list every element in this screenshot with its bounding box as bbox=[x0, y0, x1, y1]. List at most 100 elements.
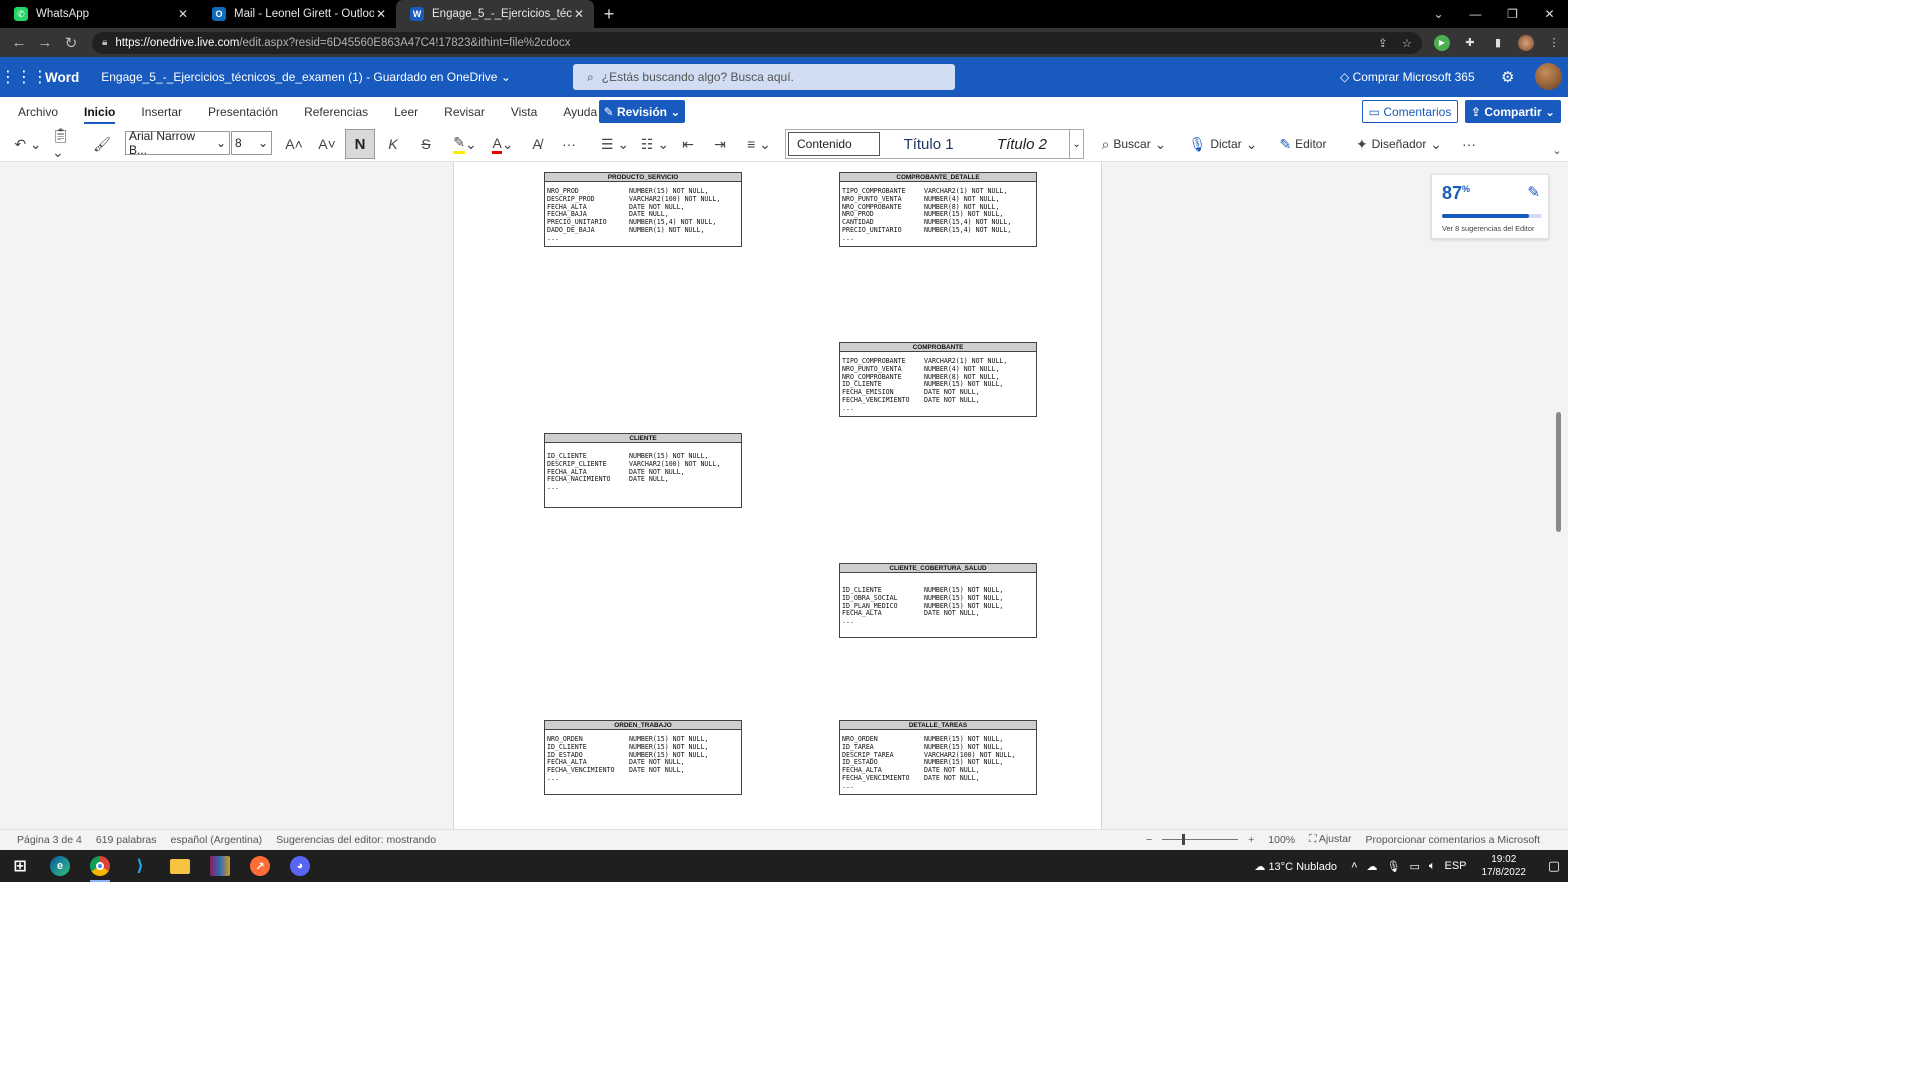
strikethrough-button[interactable]: S bbox=[417, 132, 435, 156]
bullets-icon[interactable]: ☰ ⌄ bbox=[600, 132, 630, 156]
bookmark-star-icon[interactable]: ☆ bbox=[1402, 36, 1412, 50]
postman-app[interactable]: ↗ bbox=[240, 850, 280, 882]
find-button[interactable]: ⌕ Buscar ⌄ bbox=[1098, 132, 1170, 156]
file-explorer-app[interactable] bbox=[160, 850, 200, 882]
start-button[interactable]: ⊞ bbox=[0, 850, 40, 882]
chrome-app[interactable] bbox=[80, 850, 120, 882]
search-input[interactable]: ⌕ ¿Estás buscando algo? Busca aquí. bbox=[573, 64, 955, 90]
tab-leer[interactable]: Leer bbox=[394, 97, 418, 126]
more-font-options-icon[interactable]: ··· bbox=[558, 132, 580, 156]
notification-icon[interactable]: ▢ bbox=[1540, 858, 1568, 874]
profile-avatar[interactable] bbox=[1518, 34, 1534, 51]
style-normal[interactable]: Contenido bbox=[788, 132, 881, 156]
share-button[interactable]: ⇪ Compartir ⌄ bbox=[1465, 100, 1561, 123]
document-page[interactable]: PRODUCTO_SERVICIO NRO_PROD NUMBER(15) NOT … bbox=[453, 162, 1102, 829]
tab-referencias[interactable]: Referencias bbox=[304, 97, 368, 126]
new-tab-button[interactable]: + bbox=[594, 0, 624, 28]
tab-insertar[interactable]: Insertar bbox=[141, 97, 182, 126]
tab-close-icon[interactable]: ✕ bbox=[176, 7, 190, 21]
back-icon[interactable]: ← bbox=[6, 34, 32, 51]
undo-icon[interactable]: ↶ ⌄ bbox=[12, 132, 44, 156]
tab-close-icon[interactable]: ✕ bbox=[572, 7, 586, 21]
extension-play-icon[interactable]: ▶ bbox=[1434, 34, 1450, 51]
highlight-icon[interactable]: ✎ ⌄ bbox=[450, 132, 480, 156]
numbering-icon[interactable]: ☷ ⌄ bbox=[640, 132, 670, 156]
url-field[interactable]: 🔒︎ https://onedrive.live.com/edit.aspx?r… bbox=[92, 31, 1422, 54]
shrink-font-icon[interactable]: A˅ bbox=[317, 132, 337, 156]
microphone-icon[interactable]: 🎙︎ bbox=[1387, 860, 1401, 873]
comments-button[interactable]: ▭ Comentarios bbox=[1362, 100, 1458, 123]
language-indicator[interactable]: español (Argentina) bbox=[171, 834, 263, 846]
format-painter-icon[interactable]: 🖌︎ bbox=[93, 132, 111, 156]
gear-icon[interactable]: ⚙ bbox=[1501, 68, 1514, 86]
editor-suggestions-link[interactable]: Ver 8 sugerencias del Editor bbox=[1442, 224, 1534, 233]
tab-vista[interactable]: Vista bbox=[511, 97, 537, 126]
reload-icon[interactable]: ↻ bbox=[58, 34, 84, 52]
avatar[interactable] bbox=[1535, 63, 1562, 90]
side-panel-icon[interactable]: ▮ bbox=[1490, 35, 1506, 51]
tab-word-document[interactable]: W Engage_5_-_Ejercicios_técnicos_d ✕ bbox=[396, 0, 594, 28]
language-indicator[interactable]: ESP bbox=[1444, 860, 1466, 872]
minimize-icon[interactable]: — bbox=[1457, 7, 1494, 21]
browser-menu-icon[interactable]: ⋮ bbox=[1546, 35, 1562, 51]
bold-button[interactable]: N bbox=[345, 129, 375, 159]
forward-icon[interactable]: → bbox=[32, 34, 58, 51]
share-page-icon[interactable]: ⇪ bbox=[1378, 36, 1388, 50]
tab-close-icon[interactable]: ✕ bbox=[374, 7, 388, 21]
zoom-out-button[interactable]: − bbox=[1146, 834, 1152, 846]
zoom-slider-thumb[interactable] bbox=[1182, 834, 1186, 845]
tab-presentacion[interactable]: Presentación bbox=[208, 97, 278, 126]
tab-ayuda[interactable]: Ayuda bbox=[563, 97, 597, 126]
restore-icon[interactable]: ❐ bbox=[1494, 7, 1531, 21]
winrar-app[interactable] bbox=[200, 850, 240, 882]
onedrive-cloud-icon[interactable]: ☁ bbox=[1367, 860, 1378, 873]
more-options-button[interactable]: ··· bbox=[1458, 132, 1480, 156]
tab-outlook[interactable]: O Mail - Leonel Girett - Outlook ✕ bbox=[198, 0, 396, 28]
decrease-indent-icon[interactable]: ⇤ bbox=[678, 132, 698, 156]
tab-whatsapp[interactable]: ✆ WhatsApp ✕ bbox=[0, 0, 198, 28]
tab-revisar[interactable]: Revisar bbox=[444, 97, 485, 126]
grow-font-icon[interactable]: A˄ bbox=[284, 132, 304, 156]
weather-widget[interactable]: ☁ 13°C Nublado bbox=[1254, 860, 1337, 873]
tab-search-icon[interactable]: ⌄ bbox=[1420, 7, 1457, 21]
style-heading-1[interactable]: Título 1 bbox=[882, 130, 974, 158]
extensions-puzzle-icon[interactable]: ✚ bbox=[1462, 35, 1478, 51]
designer-button[interactable]: ✦ Diseñador ⌄ bbox=[1353, 132, 1445, 156]
zoom-level[interactable]: 100% bbox=[1268, 834, 1295, 846]
chevron-down-icon[interactable]: ⌄ bbox=[1069, 130, 1083, 158]
font-name-field[interactable]: Arial Narrow B... ⌄ bbox=[125, 129, 230, 157]
increase-indent-icon[interactable]: ⇥ bbox=[710, 132, 730, 156]
app-launcher-icon[interactable]: ⋮⋮⋮ bbox=[0, 67, 48, 87]
font-size-field[interactable]: 8 ⌄ bbox=[231, 131, 272, 155]
italic-button[interactable]: K bbox=[384, 132, 402, 156]
collapse-ribbon-icon[interactable]: ⌄ bbox=[1550, 138, 1564, 162]
feedback-link[interactable]: Proporcionar comentarios a Microsoft bbox=[1366, 834, 1541, 846]
clock[interactable]: 19:02 17/8/2022 bbox=[1482, 853, 1527, 879]
app-name[interactable]: Word bbox=[45, 70, 79, 85]
vscode-app[interactable]: ⟩ bbox=[120, 850, 160, 882]
paste-icon[interactable]: 📋︎ ⌄ bbox=[52, 127, 84, 160]
font-color-icon[interactable]: A ⌄ bbox=[488, 132, 518, 156]
style-heading-2[interactable]: Título 2 bbox=[975, 130, 1069, 158]
edge-app[interactable]: e bbox=[40, 850, 80, 882]
align-icon[interactable]: ≡ ⌄ bbox=[744, 132, 774, 156]
close-window-icon[interactable]: ✕ bbox=[1531, 7, 1568, 21]
tab-archivo[interactable]: Archivo bbox=[18, 97, 58, 126]
revision-mode-button[interactable]: ✎ Revisión ⌄ bbox=[599, 100, 685, 123]
show-hidden-icons-icon[interactable]: ˄ bbox=[1351, 860, 1357, 872]
word-count[interactable]: 619 palabras bbox=[96, 834, 157, 846]
zoom-slider[interactable] bbox=[1162, 834, 1239, 845]
lock-icon[interactable]: 🔒︎ bbox=[102, 37, 107, 48]
tab-inicio[interactable]: Inicio bbox=[84, 97, 116, 126]
clear-formatting-icon[interactable]: A̸ bbox=[528, 132, 546, 156]
editor-score-card[interactable]: 87% ✎ Ver 8 sugerencias del Editor bbox=[1431, 174, 1549, 239]
discord-app[interactable]: ◕ bbox=[280, 850, 320, 882]
editor-button[interactable]: ✎ Editor bbox=[1274, 132, 1332, 156]
fit-button[interactable]: ⛶ Ajustar bbox=[1309, 833, 1351, 846]
editor-suggestions-status[interactable]: Sugerencias del editor: mostrando bbox=[276, 834, 436, 846]
buy-microsoft-365-link[interactable]: ◇ Comprar Microsoft 365 bbox=[1340, 70, 1475, 84]
document-title[interactable]: Engage_5_-_Ejercicios_técnicos_de_examen… bbox=[101, 70, 511, 84]
network-icon[interactable]: ▭ bbox=[1409, 860, 1419, 873]
volume-icon[interactable]: 🔈︎ bbox=[1429, 860, 1436, 873]
dictate-button[interactable]: 🎙︎ Dictar ⌄ bbox=[1188, 132, 1258, 156]
